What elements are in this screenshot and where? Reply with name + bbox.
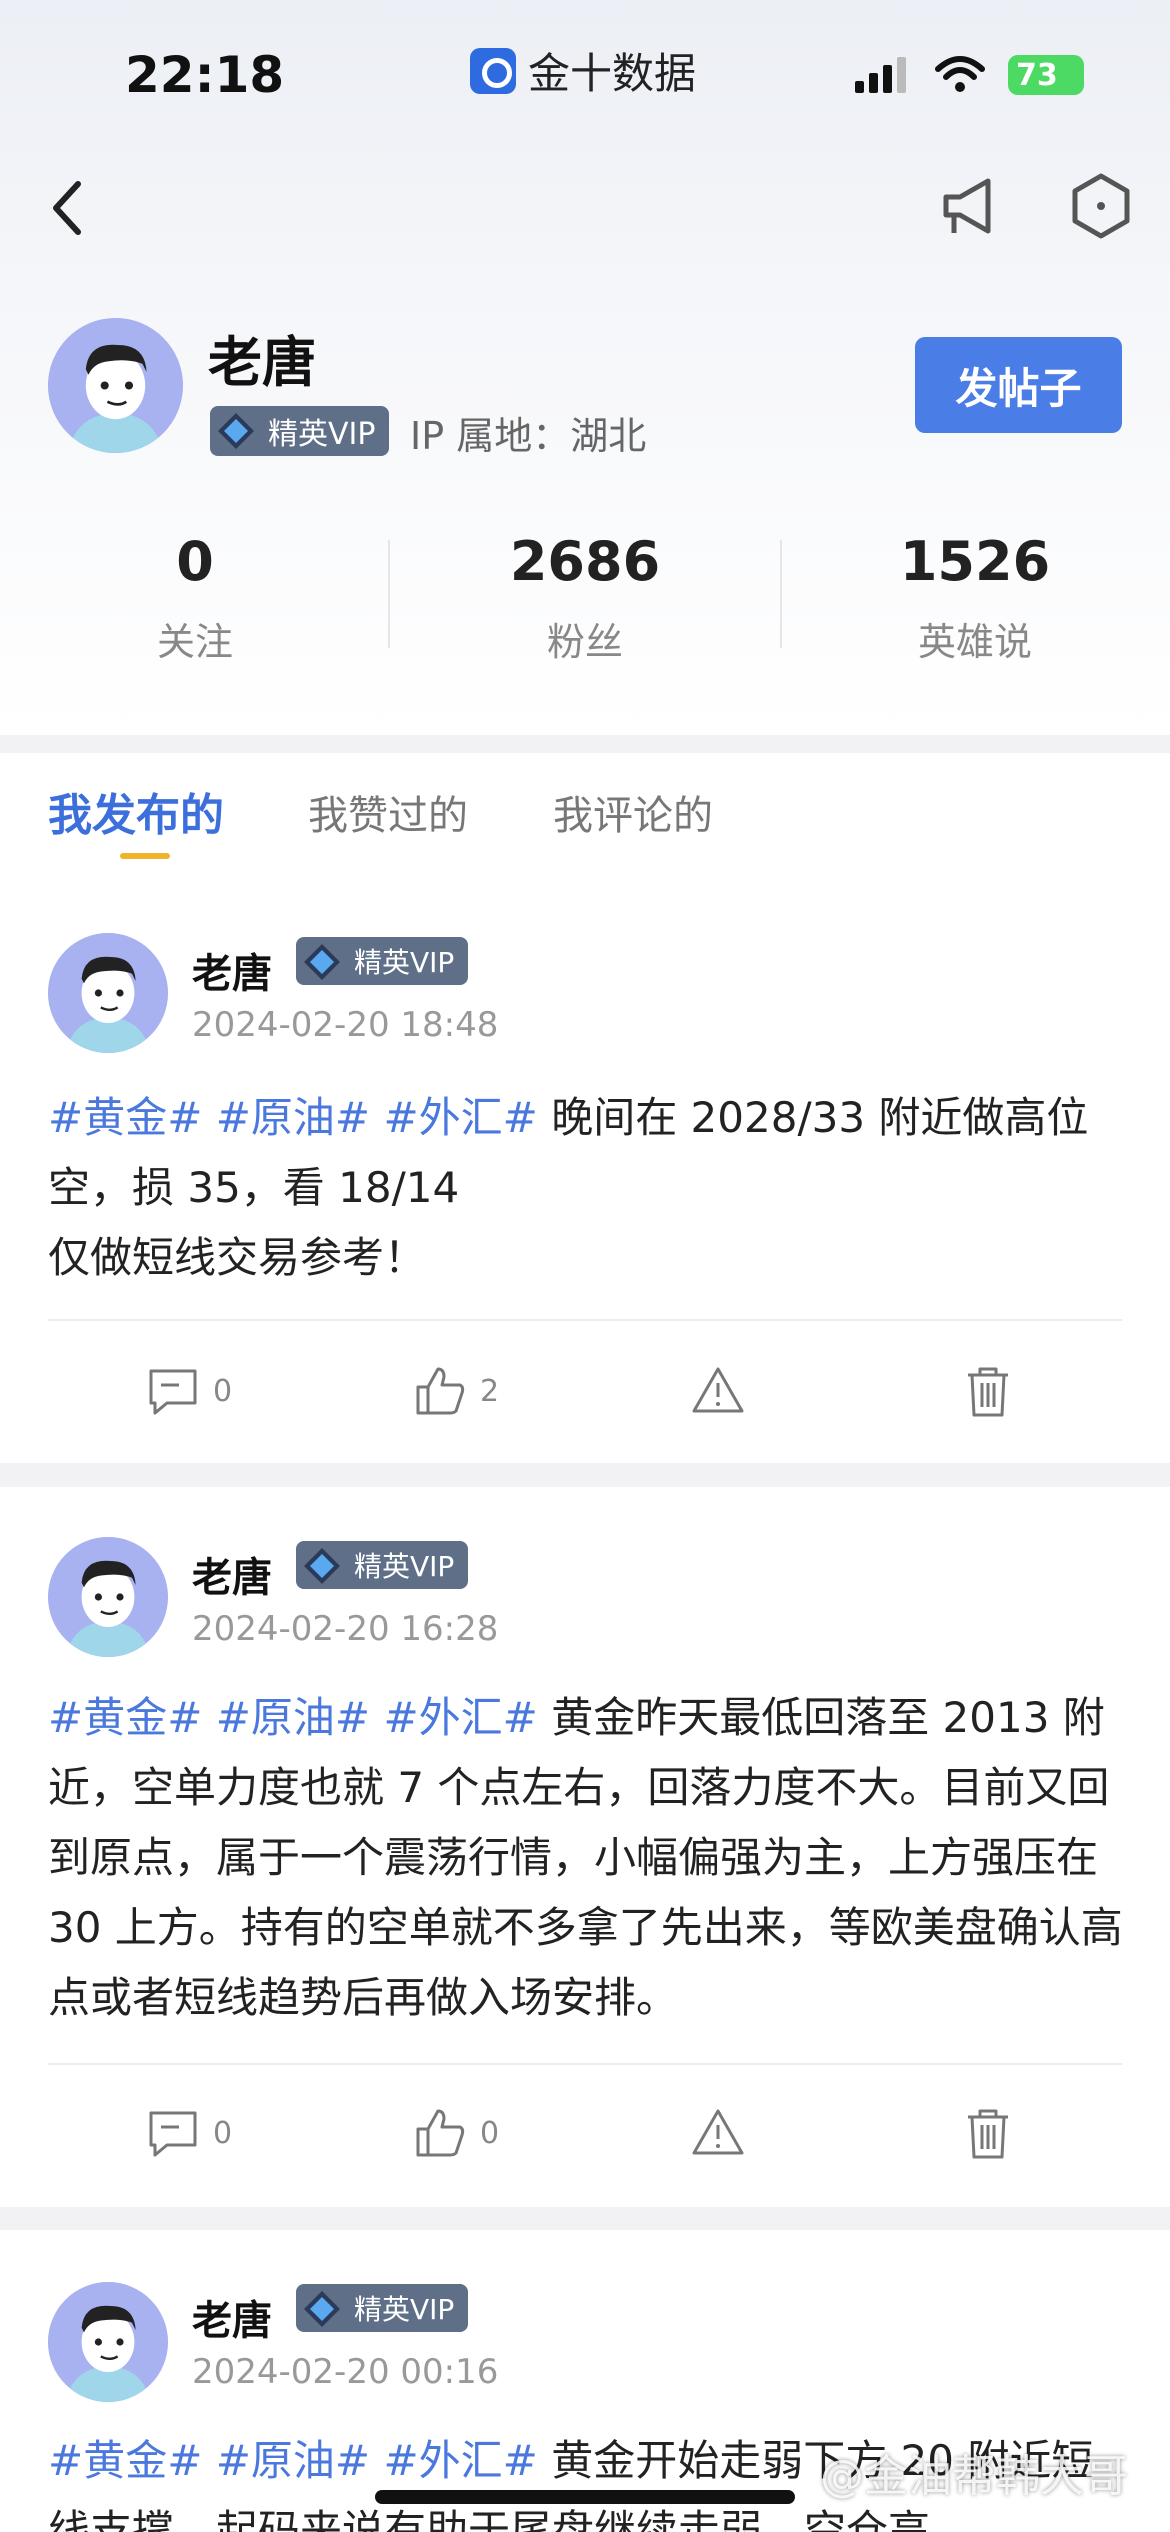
wifi-icon [935, 56, 985, 92]
ip-location: IP 属地：湖北 [410, 414, 647, 458]
watermark: @金油帮韩大哥 [820, 2451, 1128, 2502]
post-avatar[interactable] [48, 2282, 168, 2402]
app-icon [470, 47, 516, 94]
stat-fans-num: 2686 [509, 530, 661, 593]
stat-following-label: 关注 [156, 620, 233, 664]
vip-label: 精英VIP [354, 946, 455, 979]
comment-count: 0 [213, 1373, 233, 1409]
stat-following-num: 0 [176, 530, 214, 593]
status-bar: 22:18 金十数据 73 [0, 0, 1170, 140]
post-divider [48, 1319, 1122, 1321]
post-text: 黄金昨天最低回落至 2013 附近，空单力度也就 7 个点左右，回落力度不大。目… [48, 1693, 1123, 2022]
report-button[interactable] [690, 1363, 746, 1419]
status-app-name: 金十数据 [528, 49, 697, 98]
comment-count: 0 [213, 2115, 233, 2151]
status-time: 22:18 [125, 46, 285, 104]
comment-button[interactable]: 0 [145, 2105, 232, 2161]
stat-divider [388, 540, 390, 648]
report-button[interactable] [690, 2105, 746, 2161]
post-date: 2024-02-20 16:28 [192, 1609, 499, 1649]
comment-icon [149, 1369, 197, 1415]
vip-badge: 精英VIP [296, 1541, 469, 1589]
stat-posts[interactable]: 1526 英雄说 [825, 530, 1125, 666]
stat-posts-num: 1526 [899, 530, 1051, 593]
post-author: 老唐 [192, 951, 272, 997]
like-count: 2 [480, 1373, 500, 1409]
post-avatar[interactable] [48, 1537, 168, 1657]
delete-button[interactable] [960, 2105, 1016, 2161]
vip-diamond-icon [304, 2291, 340, 2327]
battery-level: 73 [1016, 57, 1058, 93]
post-content[interactable]: #黄金# #原油# #外汇# 晚间在 2028/33 附近做高位空，损 35，看… [48, 1083, 1128, 1293]
post-avatar[interactable] [48, 933, 168, 1053]
post-card: 老唐 精英VIP 2024-02-20 18:48 #黄金# #原油# #外汇#… [0, 873, 1170, 1463]
delete-button[interactable] [960, 1363, 1016, 1419]
back-icon[interactable] [48, 180, 88, 236]
vip-diamond-icon [304, 944, 340, 980]
new-post-button[interactable]: 发帖子 [915, 337, 1122, 433]
post-tags[interactable]: #黄金# #原油# #外汇# [48, 1693, 538, 1742]
tab-liked[interactable]: 我赞过的 [308, 783, 468, 841]
post-tags[interactable]: #黄金# #原油# #外汇# [48, 1093, 538, 1142]
post-divider [48, 2063, 1122, 2065]
warning-icon [692, 1367, 744, 1413]
post-author: 老唐 [192, 2298, 272, 2344]
trash-icon [968, 2109, 1008, 2159]
vip-diamond-icon [218, 413, 254, 449]
settings-hexagon-icon[interactable] [1070, 172, 1132, 240]
stat-following[interactable]: 0 关注 [45, 530, 345, 666]
vip-badge: 精英VIP [296, 937, 469, 985]
comment-icon [149, 2111, 197, 2157]
tab-commented[interactable]: 我评论的 [553, 783, 713, 841]
stat-posts-label: 英雄说 [917, 620, 1032, 664]
stat-divider [780, 540, 782, 648]
stat-fans[interactable]: 2686 粉丝 [435, 530, 735, 666]
post-card: 老唐 精英VIP 2024-02-20 16:28 #黄金# #原油# #外汇#… [0, 1487, 1170, 2207]
vip-badge: 精英VIP [210, 406, 390, 456]
stat-fans-label: 粉丝 [546, 620, 623, 664]
battery-icon: 73 [1008, 55, 1084, 95]
thumbs-up-icon [416, 2109, 465, 2157]
comment-button[interactable]: 0 [145, 1363, 232, 1419]
tab-bar: 我发布的 我赞过的 我评论的 [0, 753, 1170, 873]
home-indicator[interactable] [375, 2490, 795, 2504]
tab-active-indicator [120, 853, 170, 859]
avatar[interactable] [48, 318, 183, 453]
thumbs-up-icon [416, 1367, 465, 1415]
trash-icon [968, 1367, 1008, 1417]
like-button[interactable]: 0 [412, 2105, 499, 2161]
megaphone-icon[interactable] [940, 175, 1000, 239]
warning-icon [692, 2109, 744, 2155]
status-app: 金十数据 [470, 40, 696, 101]
post-content[interactable]: #黄金# #原油# #外汇# 黄金昨天最低回落至 2013 附近，空单力度也就 … [48, 1683, 1128, 2033]
vip-diamond-icon [304, 1548, 340, 1584]
like-button[interactable]: 2 [412, 1363, 499, 1419]
post-date: 2024-02-20 18:48 [192, 1005, 499, 1045]
vip-badge: 精英VIP [296, 2284, 469, 2332]
post-tags[interactable]: #黄金# #原油# #外汇# [48, 2436, 538, 2485]
post-text-2: 仅做短线交易参考！ [48, 1233, 427, 1282]
signal-icon [855, 57, 906, 93]
vip-label: 精英VIP [354, 2293, 455, 2326]
vip-label: 精英VIP [268, 417, 376, 452]
post-date: 2024-02-20 00:16 [192, 2352, 499, 2392]
tab-my-posts[interactable]: 我发布的 [48, 779, 224, 843]
profile-name: 老唐 [208, 331, 316, 394]
vip-label: 精英VIP [354, 1550, 455, 1583]
like-count: 0 [480, 2115, 500, 2151]
post-author: 老唐 [192, 1555, 272, 1601]
